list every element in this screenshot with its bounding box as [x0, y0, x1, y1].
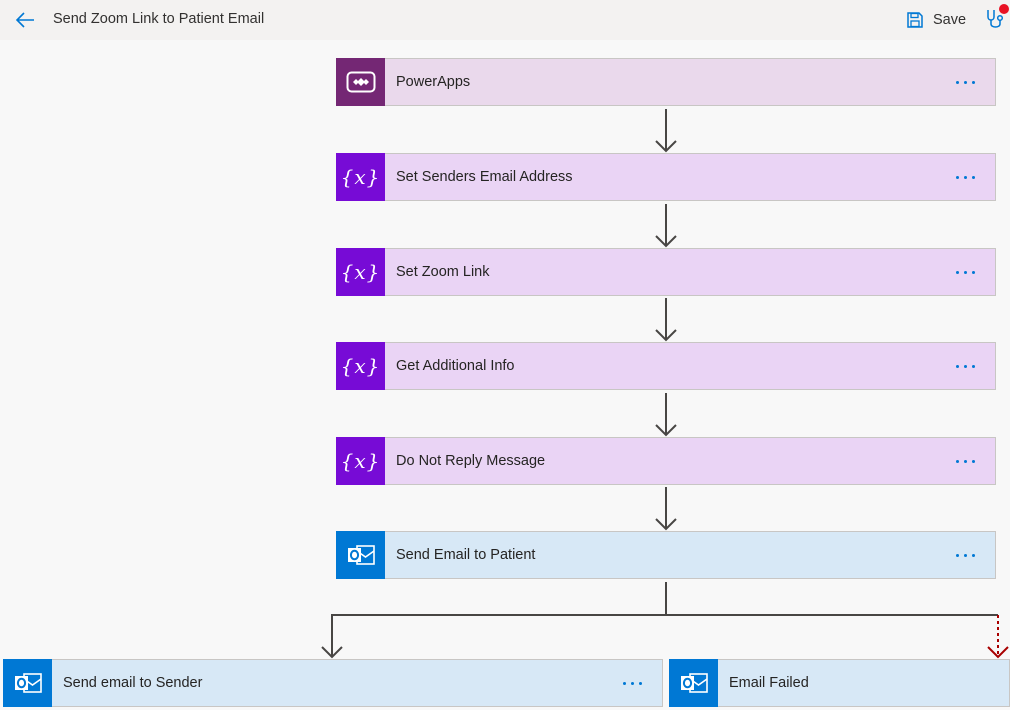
- branch-card-email-failed[interactable]: Email Failed: [669, 658, 1010, 707]
- step-card-powerapps[interactable]: PowerApps: [336, 57, 996, 106]
- outlook-icon: [680, 672, 708, 693]
- more-options-button[interactable]: [945, 162, 985, 192]
- more-options-button[interactable]: [945, 257, 985, 287]
- more-options-button[interactable]: [945, 540, 985, 570]
- step-title: Email Failed: [729, 675, 809, 691]
- step-card-get-additional-info[interactable]: {x} Get Additional Info: [336, 341, 996, 390]
- outlook-icon-box: [3, 658, 52, 707]
- outlook-icon-box: [669, 658, 718, 707]
- step-title: Set Zoom Link: [396, 264, 490, 280]
- step-card-do-not-reply[interactable]: {x} Do Not Reply Message: [336, 436, 996, 485]
- variable-icon-box: {x}: [336, 436, 385, 485]
- step-title: Send email to Sender: [63, 675, 203, 691]
- variable-icon: {x}: [340, 353, 381, 378]
- variable-icon-box: {x}: [336, 247, 385, 296]
- step-card-send-email-to-patient[interactable]: Send Email to Patient: [336, 530, 996, 579]
- branch-card-send-email-to-sender[interactable]: Send email to Sender: [3, 658, 663, 707]
- outlook-icon: [347, 544, 375, 565]
- outlook-icon: [14, 672, 42, 693]
- step-title: Send Email to Patient: [396, 547, 536, 563]
- step-title: Do Not Reply Message: [396, 453, 546, 469]
- step-card-set-zoom-link[interactable]: {x} Set Zoom Link: [336, 247, 996, 296]
- step-card-set-senders-email[interactable]: {x} Set Senders Email Address: [336, 152, 996, 201]
- more-options-button[interactable]: [945, 351, 985, 381]
- step-title: Get Additional Info: [396, 358, 515, 374]
- powerapps-icon-box: [336, 57, 385, 106]
- variable-icon: {x}: [340, 164, 381, 189]
- variable-icon: {x}: [340, 448, 381, 473]
- step-title: Set Senders Email Address: [396, 169, 573, 185]
- step-title: PowerApps: [396, 74, 471, 90]
- more-options-button[interactable]: [612, 668, 652, 698]
- powerapps-icon: [346, 71, 375, 92]
- variable-icon: {x}: [340, 259, 381, 284]
- more-options-button[interactable]: [945, 446, 985, 476]
- outlook-icon-box: [336, 530, 385, 579]
- more-options-button[interactable]: [945, 67, 985, 97]
- variable-icon-box: {x}: [336, 341, 385, 390]
- variable-icon-box: {x}: [336, 152, 385, 201]
